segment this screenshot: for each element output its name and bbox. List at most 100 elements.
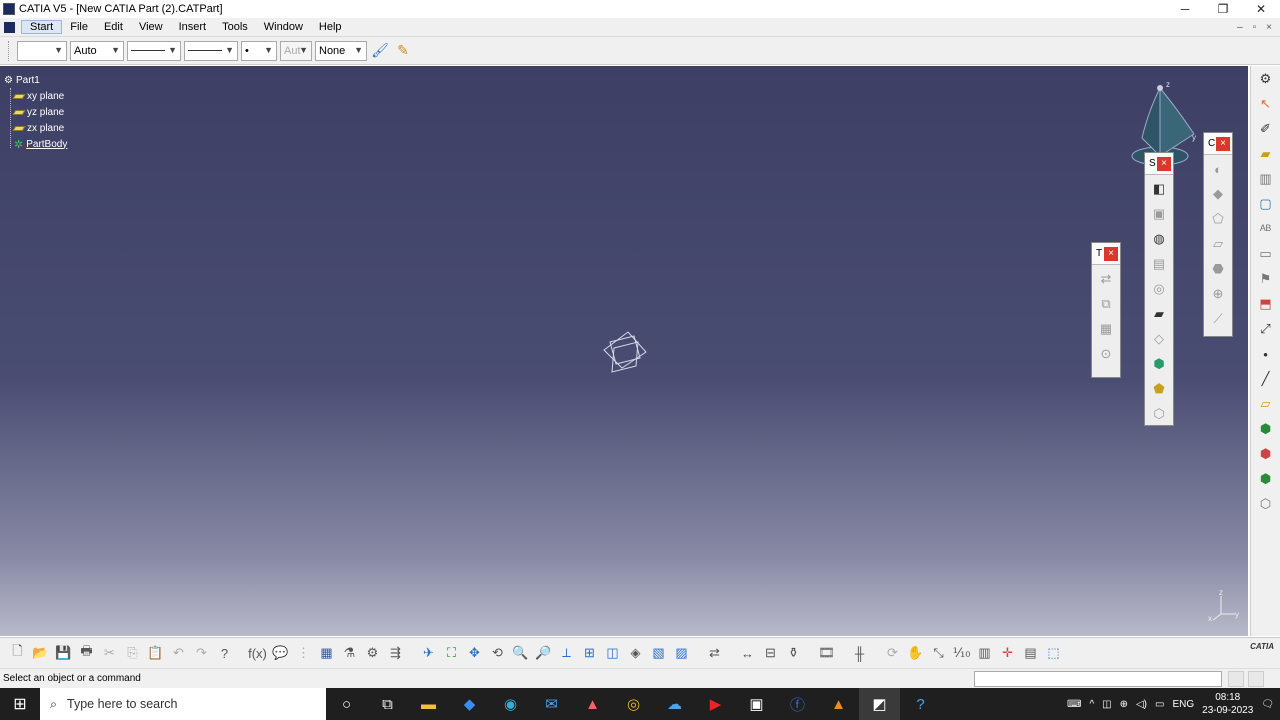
layer-combo[interactable]: None ▼ bbox=[315, 40, 367, 61]
shell-icon[interactable]: ▱ bbox=[1207, 233, 1229, 255]
plane-tool-icon[interactable]: ▰ bbox=[1253, 143, 1279, 165]
boolean-add-icon[interactable]: ⬢ bbox=[1253, 418, 1279, 440]
status-button-1[interactable] bbox=[1228, 671, 1244, 687]
menu-window[interactable]: Window bbox=[256, 21, 311, 33]
zoom-in-icon[interactable]: 🔍 bbox=[509, 642, 532, 664]
taskbar-search[interactable]: ⌕ Type here to search bbox=[40, 688, 326, 720]
tray-expand-icon[interactable]: ^ bbox=[1089, 699, 1094, 710]
catalog-browser-icon[interactable]: ⇄ bbox=[703, 642, 726, 664]
floating-toolbar-header[interactable]: T × bbox=[1092, 243, 1120, 265]
open-file-icon[interactable]: 📂 bbox=[29, 642, 52, 664]
mirror-icon[interactable]: ⧉ bbox=[1095, 293, 1117, 315]
pan-icon[interactable]: ✥ bbox=[463, 642, 486, 664]
body-insert-icon[interactable]: ⬒ bbox=[1253, 293, 1279, 315]
knowledge-icon[interactable]: 💬 bbox=[269, 642, 292, 664]
undo-icon[interactable]: ↶ bbox=[167, 642, 190, 664]
fly-mode-icon[interactable]: ✈ bbox=[417, 642, 440, 664]
floating-toolbar-close-button[interactable]: × bbox=[1216, 136, 1230, 151]
groove-icon[interactable]: ▤ bbox=[1148, 253, 1170, 275]
lineweight-combo[interactable]: ▼ bbox=[184, 40, 238, 61]
measure-item-icon[interactable]: ⊟ bbox=[759, 642, 782, 664]
command-input[interactable] bbox=[974, 671, 1222, 687]
scale-icon[interactable]: ⅒ bbox=[950, 642, 973, 664]
menu-help[interactable]: Help bbox=[311, 21, 350, 33]
translation-icon[interactable]: ⇄ bbox=[1095, 268, 1117, 290]
slot-icon[interactable]: ◇ bbox=[1148, 328, 1170, 350]
frame-icon[interactable]: ▢ bbox=[1253, 193, 1279, 215]
minimize-button[interactable]: ─ bbox=[1166, 0, 1204, 18]
maximize-button[interactable]: ❐ bbox=[1204, 0, 1242, 18]
draft-icon[interactable]: ⬠ bbox=[1207, 208, 1229, 230]
format-painter-icon[interactable]: 🖌 bbox=[370, 41, 390, 61]
normal-view-icon[interactable]: ⟂ bbox=[555, 642, 578, 664]
solid-combine-icon[interactable]: ⬡ bbox=[1148, 403, 1170, 425]
network-icon[interactable]: ⊕ bbox=[1120, 699, 1128, 710]
help-icon[interactable]: ? bbox=[900, 688, 941, 720]
stiffener-icon[interactable]: ⬟ bbox=[1148, 378, 1170, 400]
apply-material-icon[interactable]: 🎞 bbox=[815, 642, 838, 664]
menu-insert[interactable]: Insert bbox=[171, 21, 215, 33]
thread-icon[interactable]: ⊕ bbox=[1207, 283, 1229, 305]
table-icon[interactable]: ▤ bbox=[1019, 642, 1042, 664]
axis-icon[interactable]: ⤡ bbox=[927, 642, 950, 664]
tree-item-zx-plane[interactable]: zx plane bbox=[4, 120, 67, 136]
status-button-2[interactable] bbox=[1248, 671, 1264, 687]
rib-icon[interactable]: ▰ bbox=[1148, 303, 1170, 325]
refresh-icon[interactable]: ⟳ bbox=[881, 642, 904, 664]
remove-face-icon[interactable]: ⟋ bbox=[1207, 308, 1229, 330]
copy-icon[interactable]: ⎘ bbox=[121, 642, 144, 664]
scaling-icon[interactable]: ⊙ bbox=[1095, 343, 1117, 365]
fit-all-icon[interactable]: ⛶ bbox=[440, 642, 463, 664]
onedrive-icon[interactable]: ☁ bbox=[654, 688, 695, 720]
boolean-assemble-icon[interactable]: ⬢ bbox=[1253, 443, 1279, 465]
thickness-icon[interactable]: ⬣ bbox=[1207, 258, 1229, 280]
hide-show-icon[interactable]: ▧ bbox=[647, 642, 670, 664]
rotate-icon[interactable]: ⟲ bbox=[486, 642, 509, 664]
flag-note-icon[interactable]: ⚑ bbox=[1253, 268, 1279, 290]
menu-view[interactable]: View bbox=[131, 21, 171, 33]
vlc-icon[interactable]: ▲ bbox=[818, 688, 859, 720]
chrome-icon[interactable]: ◎ bbox=[613, 688, 654, 720]
floating-toolbar-close-button[interactable]: × bbox=[1157, 156, 1171, 171]
measure-inertia-icon[interactable]: ⚱ bbox=[782, 642, 805, 664]
print-icon[interactable]: 🖶 bbox=[75, 642, 98, 664]
menu-tools[interactable]: Tools bbox=[214, 21, 256, 33]
cut-icon[interactable]: ✂ bbox=[98, 642, 121, 664]
catalog-icon[interactable]: ⚗ bbox=[338, 642, 361, 664]
zoom-out-icon[interactable]: 🔎 bbox=[532, 642, 555, 664]
dropbox-icon[interactable]: ◆ bbox=[449, 688, 490, 720]
update-icon[interactable]: ⇶ bbox=[384, 642, 407, 664]
app-icon[interactable]: ▲ bbox=[572, 688, 613, 720]
pocket-icon[interactable]: ▣ bbox=[1148, 203, 1170, 225]
tree-item-xy-plane[interactable]: xy plane bbox=[4, 88, 67, 104]
floating-toolbar-header[interactable]: C × bbox=[1204, 133, 1232, 155]
transparency-combo[interactable]: Auto ▼ bbox=[70, 40, 124, 61]
boolean-remove-icon[interactable]: ⬡ bbox=[1253, 493, 1279, 515]
close-button[interactable]: ✕ bbox=[1242, 0, 1280, 18]
color-combo[interactable]: ▼ bbox=[17, 40, 67, 61]
instant-collide-icon[interactable]: ▥ bbox=[973, 642, 996, 664]
design-table-icon[interactable]: ▦ bbox=[315, 642, 338, 664]
pattern-icon[interactable]: ▦ bbox=[1095, 318, 1117, 340]
facebook-icon[interactable]: ⓕ bbox=[777, 688, 818, 720]
whats-this-icon[interactable]: ? bbox=[213, 642, 236, 664]
menu-file[interactable]: File bbox=[62, 21, 96, 33]
text-icon[interactable]: ▭ bbox=[1253, 243, 1279, 265]
fillet-icon[interactable]: ◐ bbox=[1207, 158, 1229, 180]
3d-app-icon[interactable]: ▣ bbox=[736, 688, 777, 720]
menu-start[interactable]: Start bbox=[21, 20, 63, 34]
save-icon[interactable]: 💾 bbox=[52, 642, 75, 664]
chamfer-icon[interactable]: ◆ bbox=[1207, 183, 1229, 205]
tree-root[interactable]: ⚙ Part1 bbox=[4, 72, 67, 88]
origin-planes-icon[interactable] bbox=[600, 328, 650, 374]
cortana-icon[interactable]: ○ bbox=[326, 688, 367, 720]
menu-edit[interactable]: Edit bbox=[96, 21, 131, 33]
windows-start-icon[interactable]: ⊞ bbox=[0, 688, 40, 720]
layer-display-combo[interactable]: Aut ▼ bbox=[280, 40, 312, 61]
tree-item-partbody[interactable]: ✲ PartBody bbox=[4, 136, 67, 152]
hole-icon[interactable]: ◎ bbox=[1148, 278, 1170, 300]
mail-icon[interactable]: ✉ bbox=[531, 688, 572, 720]
youtube-icon[interactable]: ▶ bbox=[695, 688, 736, 720]
constraint-icon[interactable]: ╫ bbox=[848, 642, 871, 664]
file-explorer-icon[interactable]: ▬ bbox=[408, 688, 449, 720]
